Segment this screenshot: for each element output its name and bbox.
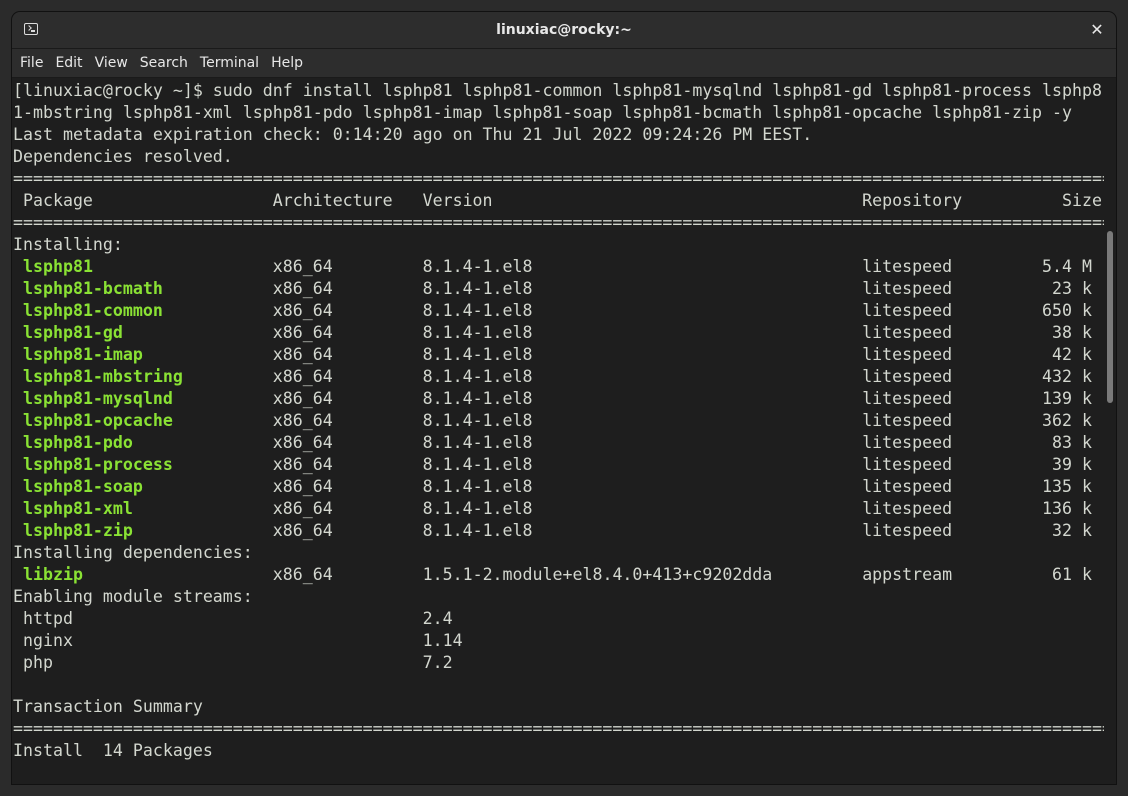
package-details: x86_64 8.1.4-1.el8 litespeed 362 k (172, 411, 1092, 430)
terminal-output[interactable]: [linuxiac@rocky ~]$ sudo dnf install lsp… (12, 78, 1104, 784)
package-name: lsphp81-opcache (23, 411, 173, 430)
package-details: x86_64 8.1.4-1.el8 litespeed 32 k (132, 521, 1092, 540)
package-details: x86_64 8.1.4-1.el8 litespeed 38 k (122, 323, 1092, 342)
table-row: libzip x86_64 1.5.1-2.module+el8.4.0+413… (13, 564, 1104, 586)
package-name: lsphp81-mysqlnd (23, 389, 173, 408)
table-row: lsphp81-imap x86_64 8.1.4-1.el8 litespee… (13, 344, 1104, 366)
install-summary: Install 14 Packages (13, 741, 213, 760)
stream-row: php 7.2 (13, 653, 453, 672)
package-details: x86_64 8.1.4-1.el8 litespeed 83 k (132, 433, 1092, 452)
table-header: Package Architecture Version Repository … (13, 191, 1102, 210)
separator-line: ========================================… (13, 169, 1104, 188)
table-row: lsphp81-mysqlnd x86_64 8.1.4-1.el8 lites… (13, 388, 1104, 410)
package-name: lsphp81-xml (23, 499, 133, 518)
table-row: lsphp81 x86_64 8.1.4-1.el8 litespeed 5.4… (13, 256, 1104, 278)
menu-file[interactable]: File (14, 49, 49, 77)
scrollbar-thumb[interactable] (1107, 231, 1113, 403)
package-details: x86_64 8.1.4-1.el8 litespeed 42 k (142, 345, 1092, 364)
table-row: lsphp81-mbstring x86_64 8.1.4-1.el8 lite… (13, 366, 1104, 388)
table-row: lsphp81-xml x86_64 8.1.4-1.el8 litespeed… (13, 498, 1104, 520)
menu-search[interactable]: Search (134, 49, 194, 77)
command-line: [linuxiac@rocky ~]$ sudo dnf install lsp… (13, 81, 1102, 100)
dependencies-resolved: Dependencies resolved. (13, 147, 233, 166)
table-row: lsphp81-bcmath x86_64 8.1.4-1.el8 litesp… (13, 278, 1104, 300)
package-name: lsphp81-gd (23, 323, 123, 342)
package-details: x86_64 1.5.1-2.module+el8.4.0+413+c9202d… (82, 565, 1092, 584)
package-name: libzip (23, 565, 83, 584)
package-name: lsphp81-soap (23, 477, 143, 496)
table-row: lsphp81-soap x86_64 8.1.4-1.el8 litespee… (13, 476, 1104, 498)
package-name: lsphp81 (23, 257, 93, 276)
separator-line: ========================================… (13, 213, 1104, 232)
package-details: x86_64 8.1.4-1.el8 litespeed 650 k (162, 301, 1092, 320)
terminal-window: linuxiac@rocky:~ ✕ File Edit View Search… (12, 12, 1116, 784)
package-details: x86_64 8.1.4-1.el8 litespeed 139 k (172, 389, 1092, 408)
streams-label: Enabling module streams: (13, 587, 253, 606)
package-name: lsphp81-process (23, 455, 173, 474)
package-details: x86_64 8.1.4-1.el8 litespeed 39 k (172, 455, 1092, 474)
menu-edit[interactable]: Edit (49, 49, 88, 77)
package-name: lsphp81-zip (23, 521, 133, 540)
table-row: lsphp81-common x86_64 8.1.4-1.el8 litesp… (13, 300, 1104, 322)
table-row: lsphp81-zip x86_64 8.1.4-1.el8 litespeed… (13, 520, 1104, 542)
package-name: lsphp81-pdo (23, 433, 133, 452)
window-title: linuxiac@rocky:~ (496, 22, 632, 38)
menu-view[interactable]: View (89, 49, 134, 77)
package-details: x86_64 8.1.4-1.el8 litespeed 136 k (132, 499, 1092, 518)
package-name: lsphp81-imap (23, 345, 143, 364)
table-row: lsphp81-opcache x86_64 8.1.4-1.el8 lites… (13, 410, 1104, 432)
package-name: lsphp81-bcmath (23, 279, 163, 298)
package-details: x86_64 8.1.4-1.el8 litespeed 135 k (142, 477, 1092, 496)
menu-terminal[interactable]: Terminal (194, 49, 265, 77)
package-name: lsphp81-common (23, 301, 163, 320)
package-details: x86_64 8.1.4-1.el8 litespeed 432 k (182, 367, 1092, 386)
table-row: lsphp81-pdo x86_64 8.1.4-1.el8 litespeed… (13, 432, 1104, 454)
stream-row: httpd 2.4 (13, 609, 453, 628)
scrollbar[interactable] (1106, 78, 1114, 784)
stream-row: nginx 1.14 (13, 631, 463, 650)
package-details: x86_64 8.1.4-1.el8 litespeed 5.4 M (92, 257, 1092, 276)
installing-label: Installing: (13, 235, 123, 254)
command-line-wrap: 1-mbstring lsphp81-xml lsphp81-pdo lsphp… (13, 103, 1072, 122)
metadata-line: Last metadata expiration check: 0:14:20 … (13, 125, 813, 144)
menu-bar: File Edit View Search Terminal Help (12, 49, 1116, 78)
separator-line: ========================================… (13, 719, 1104, 738)
package-details: x86_64 8.1.4-1.el8 litespeed 23 k (162, 279, 1092, 298)
table-row: lsphp81-process x86_64 8.1.4-1.el8 lites… (13, 454, 1104, 476)
close-icon[interactable]: ✕ (1088, 21, 1106, 39)
dependencies-label: Installing dependencies: (13, 543, 253, 562)
table-row: lsphp81-gd x86_64 8.1.4-1.el8 litespeed … (13, 322, 1104, 344)
package-name: lsphp81-mbstring (23, 367, 183, 386)
title-bar[interactable]: linuxiac@rocky:~ ✕ (12, 12, 1116, 49)
menu-help[interactable]: Help (265, 49, 309, 77)
summary-label: Transaction Summary (13, 697, 203, 716)
